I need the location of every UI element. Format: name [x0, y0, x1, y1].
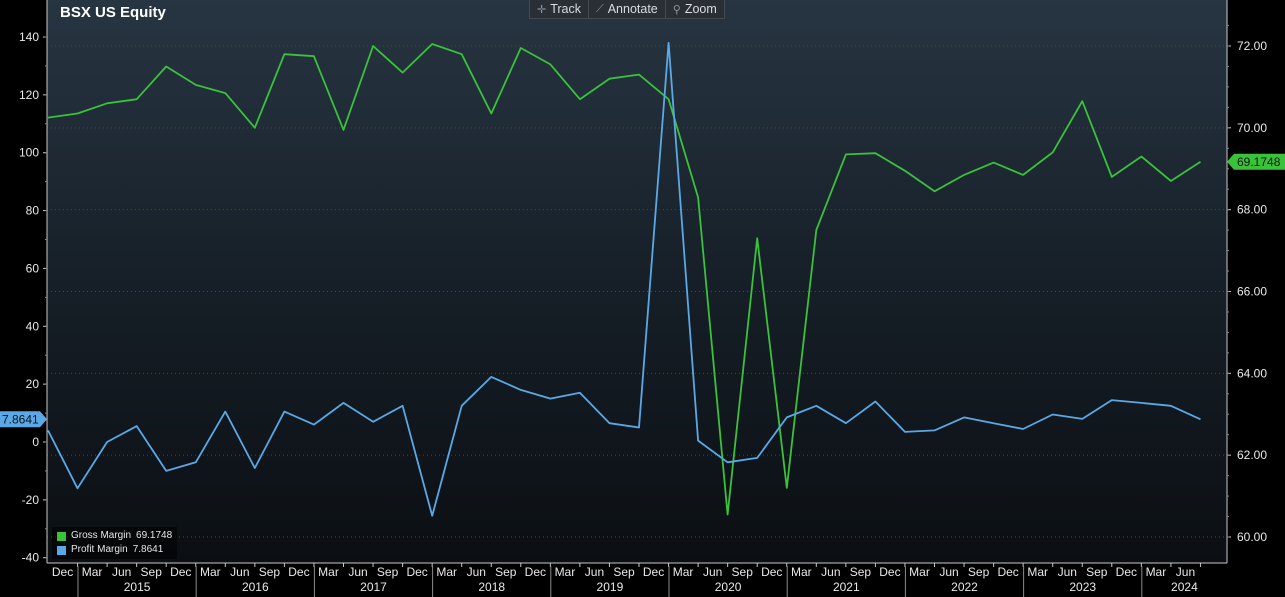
- year-tick-label: 2018: [478, 580, 505, 594]
- last-value-label-profit-margin: 7.8641: [2, 412, 39, 426]
- month-tick-label: Sep: [1086, 565, 1108, 579]
- month-tick-label: Mar: [318, 565, 339, 579]
- month-tick-label: Sep: [259, 565, 281, 579]
- year-tick-label: 2022: [951, 580, 978, 594]
- month-tick-label: Mar: [555, 565, 576, 579]
- chart-container: 140 120 100 80 60 40 20 0 -20 -40 72.00 70.00 68.00 6…: [0, 0, 1285, 597]
- month-tick-label: Jun: [585, 565, 604, 579]
- left-axis-tick-label: 20: [26, 377, 40, 391]
- zoom-button[interactable]: ⚲ Zoom: [666, 0, 724, 18]
- track-button[interactable]: ✛ Track: [530, 0, 590, 18]
- month-tick-label: Dec: [879, 565, 900, 579]
- left-axis-tick-label: 120: [19, 88, 39, 102]
- month-tick-label: Jun: [821, 565, 840, 579]
- chart-title: BSX US Equity: [60, 4, 166, 21]
- month-tick-label: Sep: [141, 565, 163, 579]
- right-axis-tick-label: 62.00: [1237, 448, 1267, 462]
- zoom-label: Zoom: [684, 2, 717, 16]
- right-axis-tick-label: 72.00: [1237, 39, 1267, 53]
- right-axis-tick-label: 68.00: [1237, 203, 1267, 217]
- year-tick-label: 2019: [597, 580, 624, 594]
- month-tick-label: Dec: [525, 565, 546, 579]
- annotate-label: Annotate: [607, 2, 658, 16]
- month-tick-label: Mar: [200, 565, 221, 579]
- month-tick-label: Mar: [82, 565, 103, 579]
- legend-item-profit-margin[interactable]: Profit Margin 7.8641: [57, 543, 172, 557]
- legend-label-profit-margin: Profit Margin: [71, 544, 128, 555]
- month-tick-label: Sep: [495, 565, 517, 579]
- legend-swatch-profit-margin: [57, 545, 66, 555]
- month-tick-label: Jun: [467, 565, 486, 579]
- month-tick-label: Mar: [909, 565, 930, 579]
- plot-area-background: [47, 0, 1227, 563]
- left-axis-tick-label: -20: [22, 493, 40, 507]
- month-tick-label: Jun: [703, 565, 722, 579]
- month-tick-label: Jun: [1058, 565, 1077, 579]
- month-tick-label: Mar: [436, 565, 457, 579]
- left-axis-tick-label: 60: [26, 261, 40, 275]
- last-value-label-gross-margin: 69.1748: [1237, 155, 1281, 169]
- right-axis-tick-label: 66.00: [1237, 285, 1267, 299]
- month-tick-label: Mar: [791, 565, 812, 579]
- month-tick-label: Dec: [761, 565, 782, 579]
- month-tick-label: Jun: [1176, 565, 1195, 579]
- year-tick-label: 2024: [1171, 580, 1198, 594]
- year-tick-label: 2015: [124, 580, 151, 594]
- month-tick-label: Sep: [850, 565, 872, 579]
- month-tick-label: Dec: [1116, 565, 1137, 579]
- right-axis-tick-label: 64.00: [1237, 366, 1267, 380]
- month-tick-label: Jun: [230, 565, 249, 579]
- month-tick-label: Sep: [377, 565, 399, 579]
- legend-value-gross-margin: 69.1748: [136, 530, 173, 541]
- month-tick-label: Jun: [939, 565, 958, 579]
- year-tick-label: 2016: [242, 580, 269, 594]
- month-tick-label: Dec: [997, 565, 1018, 579]
- month-tick-label: Jun: [112, 565, 131, 579]
- left-axis-tick-label: 40: [26, 319, 40, 333]
- left-axis-tick-label: -40: [22, 551, 40, 565]
- right-axis-tick-label: 60.00: [1237, 530, 1267, 544]
- month-tick-label: Dec: [170, 565, 191, 579]
- left-axis-tick-label: 140: [19, 30, 39, 44]
- legend-label-gross-margin: Gross Margin: [71, 530, 132, 541]
- year-tick-label: 2021: [833, 580, 860, 594]
- month-tick-label: Mar: [673, 565, 694, 579]
- chart-legend: Gross Margin 69.1748 Profit Margin 7.864…: [52, 527, 178, 559]
- legend-item-gross-margin[interactable]: Gross Margin 69.1748: [57, 529, 172, 543]
- month-tick-label: Dec: [643, 565, 664, 579]
- month-tick-label: Dec: [288, 565, 309, 579]
- legend-swatch-gross-margin: [57, 531, 66, 541]
- month-tick-label: Sep: [613, 565, 635, 579]
- month-tick-label: Mar: [1027, 565, 1048, 579]
- pencil-icon: ⟋: [596, 2, 604, 15]
- month-tick-label: Sep: [732, 565, 754, 579]
- month-tick-label: Sep: [968, 565, 990, 579]
- year-tick-label: 2020: [715, 580, 742, 594]
- left-axis-tick-label: 0: [32, 435, 39, 449]
- crosshair-icon: ✛: [537, 3, 547, 16]
- chart-toolbar: ✛ Track ⟋ Annotate ⚲ Zoom: [529, 0, 725, 19]
- legend-value-profit-margin: 7.8641: [132, 544, 164, 555]
- year-tick-label: 2023: [1069, 580, 1096, 594]
- month-tick-label: Jun: [348, 565, 367, 579]
- left-axis-tick-label: 100: [19, 146, 39, 160]
- left-axis-tick-label: 80: [26, 204, 40, 218]
- track-label: Track: [550, 2, 582, 16]
- month-tick-label: Dec: [406, 565, 427, 579]
- month-tick-label: Mar: [1146, 565, 1167, 579]
- magnifier-icon: ⚲: [672, 3, 681, 16]
- month-tick-label: Dec: [52, 565, 73, 579]
- year-tick-label: 2017: [360, 580, 387, 594]
- chart-canvas: 140 120 100 80 60 40 20 0 -20 -40 72.00 70.00 68.00 6…: [0, 0, 1285, 597]
- right-axis-tick-label: 70.00: [1237, 121, 1267, 135]
- annotate-button[interactable]: ⟋ Annotate: [589, 0, 666, 18]
